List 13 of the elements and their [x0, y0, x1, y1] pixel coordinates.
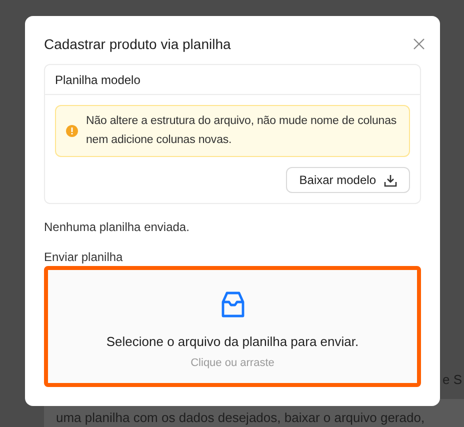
upload-status-text: Nenhuma planilha enviada.	[44, 220, 190, 234]
warning-text: Não altere a estrutura do arquivo, não mude nome de colunas nem adicione colunas novas.	[86, 114, 398, 148]
upload-hint: Clique ou arraste	[190, 357, 274, 369]
download-template-button[interactable]: Baixar modelo	[286, 167, 410, 193]
background-text: uma planilha com os dados desejados, baixar o arquivo gerado,	[56, 410, 425, 425]
warning-icon	[66, 125, 78, 137]
upload-dropzone[interactable]: Selecione o arquivo da planilha para enviar. Clique ou arraste	[44, 266, 421, 387]
upload-label: Enviar planilha	[44, 250, 124, 264]
close-icon[interactable]	[413, 38, 425, 50]
card-title: Planilha modelo	[55, 72, 140, 86]
dialog-title: Cadastrar produto via planilha	[44, 36, 231, 52]
download-icon	[384, 174, 397, 186]
upload-prompt: Selecione o arquivo da planilha para enviar.	[106, 334, 359, 349]
